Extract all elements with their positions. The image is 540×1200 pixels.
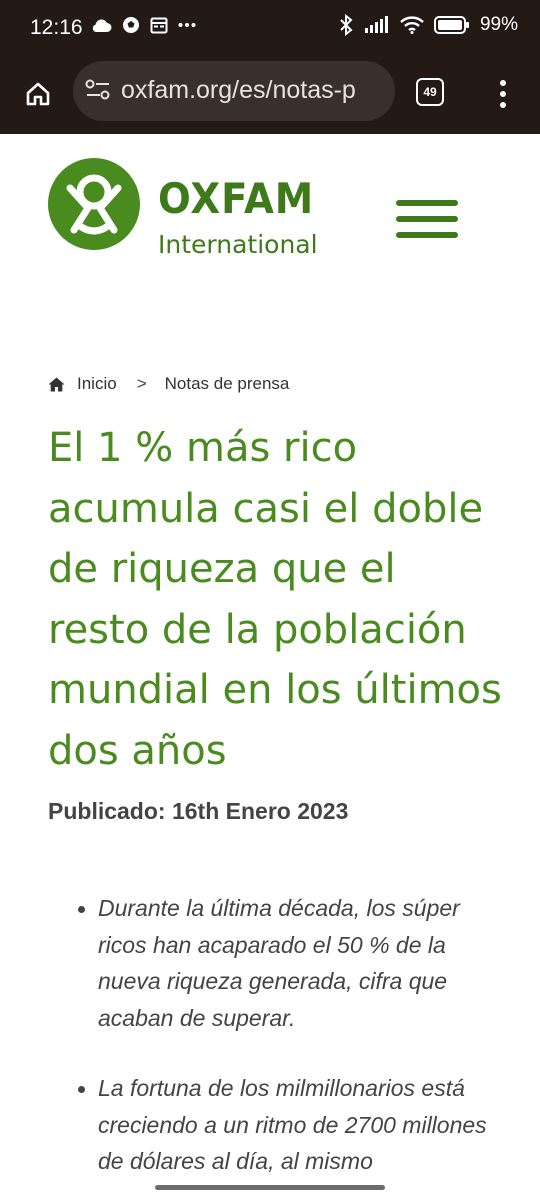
breadcrumb-separator: >	[136, 374, 147, 393]
oxfam-figure-icon	[66, 174, 122, 235]
hamburger-line	[396, 216, 458, 222]
site-header: OXFAM International	[0, 134, 540, 294]
site-settings-icon[interactable]	[85, 79, 111, 101]
signal-icon	[364, 16, 388, 33]
bluetooth-icon	[340, 14, 353, 36]
publish-date: Publicado: 16th Enero 2023	[48, 798, 349, 824]
home-icon	[26, 82, 50, 106]
logo-wordmark[interactable]: OXFAM	[158, 178, 314, 220]
url-bar[interactable]: oxfam.org/es/notas-p	[73, 61, 395, 121]
article-bullet-list: Durante la última década, los súper rico…	[68, 890, 508, 1200]
hamburger-menu-button[interactable]	[396, 200, 458, 238]
breadcrumb: Inicio > Notas de prensa	[48, 374, 289, 394]
list-item: La fortuna de los milmillonarios está cr…	[68, 1070, 508, 1180]
tab-switcher-button[interactable]: 49	[416, 78, 444, 106]
browser-menu-button[interactable]	[492, 76, 514, 112]
hamburger-line	[396, 200, 458, 206]
menu-dot	[500, 80, 506, 86]
cloud-icon	[92, 19, 112, 32]
more-icon	[178, 23, 196, 27]
gesture-navigation-bar[interactable]	[155, 1185, 385, 1190]
menu-dot	[500, 102, 506, 108]
browser-toolbar: oxfam.org/es/notas-p 49	[0, 56, 540, 134]
soccer-icon	[123, 17, 139, 33]
battery-icon	[433, 16, 469, 34]
calendar-icon	[150, 17, 168, 34]
oxfam-logo-icon[interactable]	[48, 158, 140, 250]
status-icons-left	[90, 16, 196, 34]
article-title: El 1 % más rico acumula casi el doble de…	[48, 425, 502, 774]
status-time: 12:16	[30, 16, 83, 39]
list-item: Durante la última década, los súper rico…	[68, 890, 508, 1036]
tab-count: 49	[423, 85, 437, 99]
wifi-icon	[400, 16, 424, 34]
home-button[interactable]	[18, 74, 58, 114]
breadcrumb-home-icon[interactable]	[48, 377, 65, 392]
logo-subtitle: International	[158, 230, 318, 259]
breadcrumb-current-link[interactable]: Notas de prensa	[165, 374, 290, 394]
url-text[interactable]: oxfam.org/es/notas-p	[121, 76, 356, 105]
battery-percentage: 99%	[479, 14, 518, 35]
status-bar: 12:16 99%	[0, 0, 540, 56]
menu-dot	[500, 91, 506, 97]
status-icons-right: 99%	[338, 14, 518, 36]
breadcrumb-home-link[interactable]: Inicio	[77, 374, 117, 394]
hamburger-line	[396, 232, 458, 238]
